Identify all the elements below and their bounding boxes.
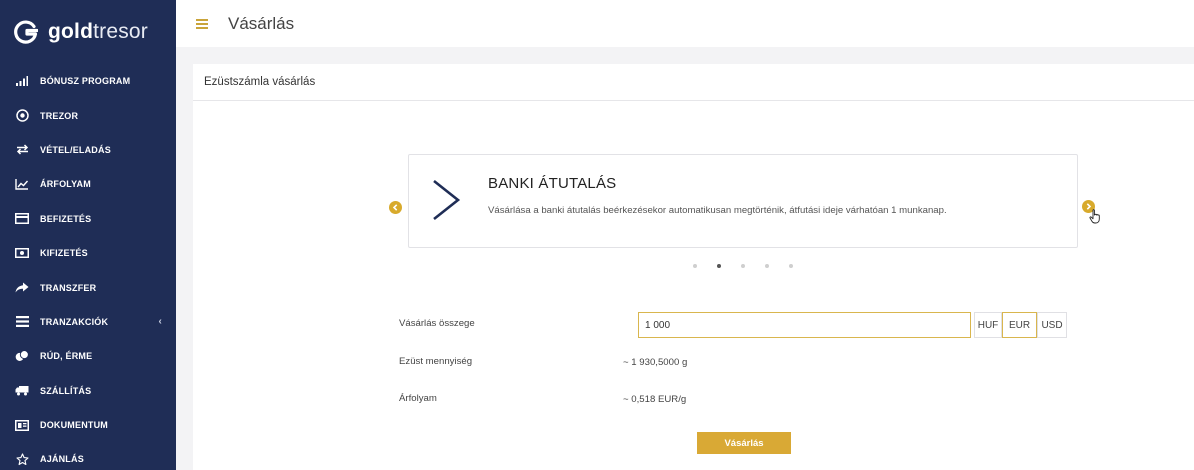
coins-icon (15, 349, 29, 363)
currency-huf-button[interactable]: HUF (974, 312, 1002, 338)
carousel-dot-active[interactable] (717, 264, 721, 268)
sidebar-item-label: BÓNUSZ PROGRAM (40, 76, 131, 87)
document-icon (15, 418, 29, 432)
star-icon (15, 452, 29, 466)
rate-label: Árfolyam (399, 393, 437, 404)
sidebar-item-label: AJÁNLÁS (40, 454, 84, 465)
amount-input[interactable] (638, 312, 971, 338)
payment-method-slide: BANKI ÁTUTALÁS Vásárlása a banki átutalá… (408, 154, 1078, 248)
carousel-dot[interactable] (765, 264, 769, 268)
logo-text: goldtresor (48, 20, 149, 43)
sidebar-item-transzfer[interactable]: TRANSZFER (0, 270, 176, 304)
card-title: Ezüstszámla vásárlás (193, 64, 1194, 101)
sidebar-item-kifizetes[interactable]: KIFIZETÉS (0, 236, 176, 270)
sidebar-item-befizetes[interactable]: BEFIZETÉS (0, 202, 176, 236)
chevron-left-icon (392, 204, 398, 211)
currency-selector: HUF EUR USD (974, 312, 1067, 338)
carousel-pagination (693, 264, 793, 268)
banknote-icon (15, 246, 29, 260)
sidebar-item-arfolyam[interactable]: ÁRFOLYAM (0, 167, 176, 201)
quantity-value: ~ 1 930,5000 g (623, 357, 688, 368)
sidebar-item-label: VÉTEL/ELADÁS (40, 144, 111, 155)
hand-pointer-cursor-icon (1089, 209, 1101, 229)
sidebar-item-label: RÚD, ÉRME (40, 351, 93, 362)
sidebar-item-label: DOKUMENTUM (40, 420, 108, 431)
sidebar-item-label: KIFIZETÉS (40, 248, 88, 259)
sidebar-item-bonusz-program[interactable]: BÓNUSZ PROGRAM (0, 64, 176, 98)
rate-value: ~ 0,518 EUR/g (623, 394, 687, 405)
page-title: Vásárlás (228, 13, 295, 33)
purchase-button[interactable]: Vásárlás (697, 432, 791, 454)
sidebar-item-tranzakciok[interactable]: TRANZAKCIÓK ‹ (0, 305, 176, 339)
purchase-card: Ezüstszámla vásárlás BANKI ÁTUTALÁS Vásá… (193, 64, 1194, 470)
sidebar-item-szallitas[interactable]: SZÁLLÍTÁS (0, 374, 176, 408)
carousel-dot[interactable] (693, 264, 697, 268)
vault-icon (15, 109, 29, 123)
sidebar-item-label: ÁRFOLYAM (40, 179, 91, 190)
carousel-dot[interactable] (741, 264, 745, 268)
chevron-right-large-icon (431, 179, 461, 226)
sidebar-item-ajanlas[interactable]: AJÁNLÁS (0, 442, 176, 470)
chevron-left-icon: ‹ (158, 316, 162, 328)
sidebar-menu: BÓNUSZ PROGRAM TREZOR VÉTEL/ELADÁS ÁRFOL… (0, 64, 176, 470)
amount-label: Vásárlás összege (399, 318, 475, 329)
logo[interactable]: goldtresor (0, 0, 176, 64)
exchange-arrows-icon (15, 143, 29, 157)
credit-card-icon (15, 212, 29, 226)
sidebar-item-rud-erme[interactable]: RÚD, ÉRME (0, 339, 176, 373)
currency-usd-button[interactable]: USD (1037, 312, 1067, 338)
sidebar-item-label: BEFIZETÉS (40, 213, 92, 224)
slide-title: BANKI ÁTUTALÁS (488, 175, 617, 192)
truck-icon (15, 384, 29, 398)
sidebar-item-label: TREZOR (40, 110, 79, 121)
goldtresor-logo-icon (14, 20, 39, 44)
hamburger-menu-icon[interactable] (196, 18, 208, 29)
currency-eur-button[interactable]: EUR (1002, 312, 1037, 338)
carousel-dot[interactable] (789, 264, 793, 268)
sidebar-item-label: SZÁLLÍTÁS (40, 385, 92, 396)
list-icon (15, 315, 29, 329)
slide-description: Vásárlása a banki átutalás beérkezésekor… (488, 205, 947, 216)
topbar: Vásárlás (176, 0, 1194, 47)
quantity-label: Ezüst mennyiség (399, 356, 473, 367)
sidebar-item-trezor[interactable]: TREZOR (0, 98, 176, 132)
sidebar-item-label: TRANZAKCIÓK (40, 316, 109, 327)
sidebar-item-dokumentum[interactable]: DOKUMENTUM (0, 408, 176, 442)
sidebar-item-vetel-eladas[interactable]: VÉTEL/ELADÁS (0, 133, 176, 167)
carousel-prev-button[interactable] (389, 201, 402, 214)
sidebar: goldtresor BÓNUSZ PROGRAM TREZOR VÉTEL/E… (0, 0, 176, 470)
sidebar-item-label: TRANSZFER (40, 282, 97, 293)
bar-chart-icon (15, 74, 29, 88)
share-arrow-icon (15, 281, 29, 295)
line-chart-icon (15, 177, 29, 191)
